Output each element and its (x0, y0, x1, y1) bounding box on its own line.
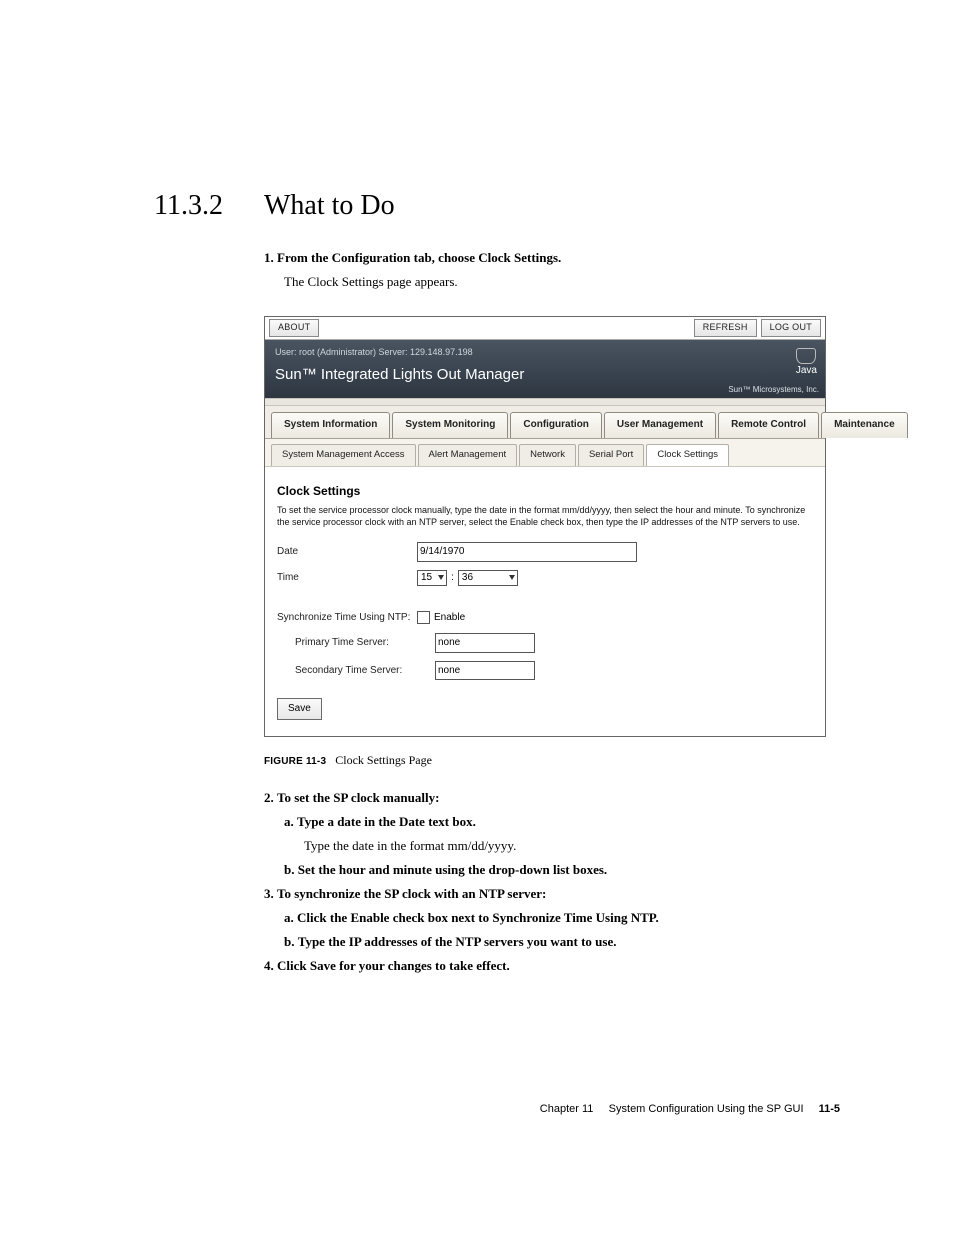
figure-caption-text: Clock Settings Page (335, 753, 432, 767)
step-2b-num: b. (284, 862, 294, 877)
step-3b-text: Type the IP addresses of the NTP servers… (298, 934, 617, 949)
section-title: What to Do (264, 190, 395, 222)
primary-server-input[interactable]: none (435, 633, 535, 653)
figure-caption: FIGURE 11-3 Clock Settings Page (264, 751, 840, 770)
label-date: Date (277, 544, 417, 560)
subtab-serial[interactable]: Serial Port (578, 444, 644, 467)
figure-label: FIGURE 11-3 (264, 756, 326, 767)
step-2a: a. Type a date in the Date text box. (284, 812, 840, 832)
hour-select[interactable]: 15 (417, 570, 447, 586)
step-4-text: Click Save for your changes to take effe… (277, 958, 510, 973)
time-separator: : (451, 570, 454, 586)
section-heading: 11.3.2 What to Do (154, 190, 840, 222)
tab-remote-control[interactable]: Remote Control (718, 412, 819, 438)
tab-user-management[interactable]: User Management (604, 412, 716, 438)
step-3b-num: b. (284, 934, 294, 949)
subtab-alert[interactable]: Alert Management (418, 444, 518, 467)
step-1-num: 1. (264, 250, 274, 265)
label-primary-server: Primary Time Server: (277, 635, 435, 651)
footer-page: 11-5 (819, 1103, 840, 1115)
date-input[interactable]: 9/14/1970 (417, 542, 637, 562)
page-footer: Chapter 11 System Configuration Using th… (540, 1103, 840, 1115)
step-2a-num: a. (284, 814, 294, 829)
footer-chapter: Chapter 11 (540, 1103, 594, 1115)
subtab-sma[interactable]: System Management Access (271, 444, 416, 467)
step-2-text: To set the SP clock manually: (277, 790, 439, 805)
subtab-clock[interactable]: Clock Settings (646, 444, 729, 467)
section-number: 11.3.2 (154, 190, 264, 222)
label-secondary-server: Secondary Time Server: (277, 663, 435, 679)
label-ntp: Synchronize Time Using NTP: (277, 610, 417, 626)
subtab-network[interactable]: Network (519, 444, 576, 467)
step-4: 4. Click Save for your changes to take e… (264, 956, 840, 976)
user-server-line: User: root (Administrator) Server: 129.1… (275, 346, 815, 360)
step-3b: b. Type the IP addresses of the NTP serv… (284, 932, 840, 952)
secondary-server-input[interactable]: none (435, 661, 535, 681)
step-3a-num: a. (284, 910, 294, 925)
step-1: 1. From the Configuration tab, choose Cl… (264, 248, 840, 268)
figure-screenshot: ABOUT REFRESH LOG OUT User: root (Admini… (264, 316, 826, 737)
tab-system-information[interactable]: System Information (271, 412, 390, 438)
step-3: 3. To synchronize the SP clock with an N… (264, 884, 840, 904)
step-3-text: To synchronize the SP clock with an NTP … (277, 886, 546, 901)
logout-button[interactable]: LOG OUT (761, 319, 821, 337)
step-1-body: The Clock Settings page appears. (284, 272, 840, 292)
step-3a-text: Click the Enable check box next to Synch… (297, 910, 659, 925)
label-time: Time (277, 570, 417, 586)
step-3-num: 3. (264, 886, 274, 901)
panel-description: To set the service processor clock manua… (277, 505, 813, 528)
step-3a: a. Click the Enable check box next to Sy… (284, 908, 840, 928)
ntp-enable-checkbox[interactable] (417, 611, 430, 624)
step-2-num: 2. (264, 790, 274, 805)
step-2b: b. Set the hour and minute using the dro… (284, 860, 840, 880)
refresh-button[interactable]: REFRESH (694, 319, 757, 337)
step-4-num: 4. (264, 958, 274, 973)
tab-configuration[interactable]: Configuration (510, 412, 602, 438)
sun-microsystems-line: Sun™ Microsystems, Inc. (728, 384, 819, 396)
step-2a-body: Type the date in the format mm/dd/yyyy. (304, 836, 840, 856)
java-logo: Java (796, 348, 817, 376)
main-tabs: System Information System Monitoring Con… (265, 406, 825, 438)
step-2b-text: Set the hour and minute using the drop-d… (298, 862, 607, 877)
save-button[interactable]: Save (277, 698, 322, 720)
footer-title: System Configuration Using the SP GUI (609, 1103, 804, 1115)
tab-maintenance[interactable]: Maintenance (821, 412, 908, 438)
sub-tabs: System Management Access Alert Managemen… (265, 438, 825, 468)
about-button[interactable]: ABOUT (269, 319, 319, 337)
step-2a-text: Type a date in the Date text box. (297, 814, 476, 829)
tab-system-monitoring[interactable]: System Monitoring (392, 412, 508, 438)
label-enable: Enable (434, 610, 465, 626)
java-cup-icon (796, 348, 816, 364)
java-text: Java (796, 366, 817, 376)
step-1-text: From the Configuration tab, choose Clock… (277, 250, 561, 265)
minute-select[interactable]: 36 (458, 570, 518, 586)
panel-title: Clock Settings (277, 482, 813, 501)
step-2: 2. To set the SP clock manually: (264, 788, 840, 808)
